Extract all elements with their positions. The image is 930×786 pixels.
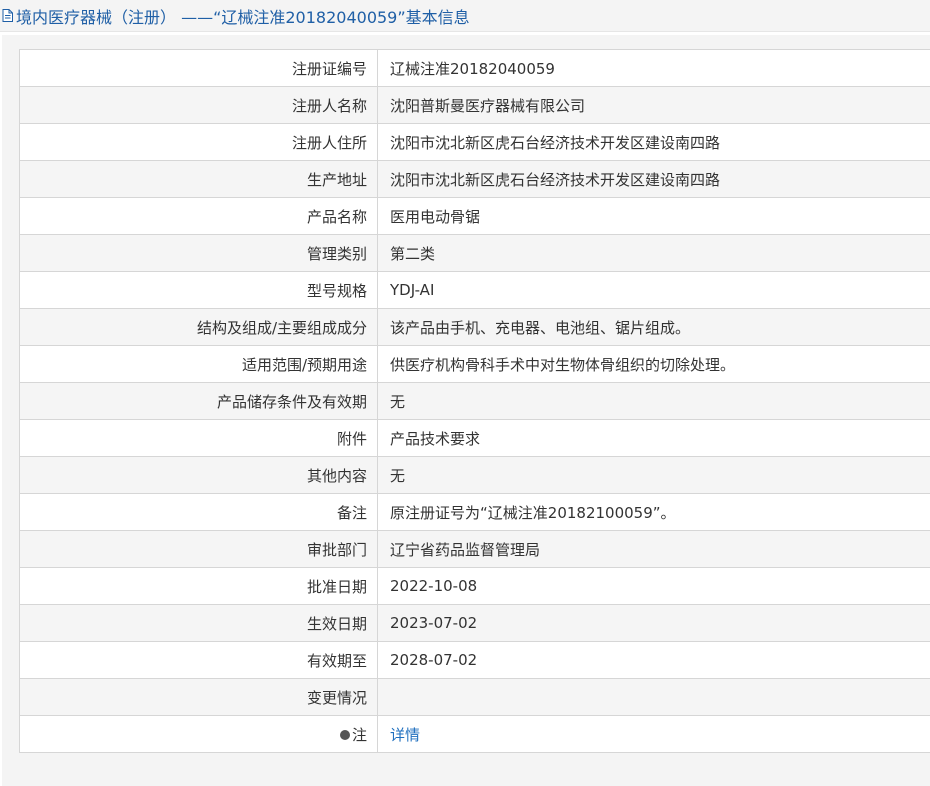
field-value: 辽械注准20182040059 bbox=[377, 49, 930, 87]
field-label: 产品储存条件及有效期 bbox=[19, 382, 378, 420]
table-row: 结构及组成/主要组成成分 该产品由手机、充电器、电池组、锯片组成。 bbox=[19, 308, 930, 346]
field-label: 注册人住所 bbox=[19, 123, 378, 161]
field-value: 该产品由手机、充电器、电池组、锯片组成。 bbox=[377, 308, 930, 346]
page-title: 境内医疗器械（注册） ——“辽械注准20182040059”基本信息 bbox=[16, 7, 470, 27]
table-row: 管理类别 第二类 bbox=[19, 234, 930, 272]
field-label: 产品名称 bbox=[19, 197, 378, 235]
document-icon bbox=[2, 9, 13, 22]
field-value: 2023-07-02 bbox=[377, 604, 930, 642]
field-label: 批准日期 bbox=[19, 567, 378, 605]
page-header: 境内医疗器械（注册） ——“辽械注准20182040059”基本信息 bbox=[0, 0, 930, 32]
field-value: YDJ-AⅠ bbox=[377, 271, 930, 309]
table-row: 注册人住所 沈阳市沈北新区虎石台经济技术开发区建设南四路 bbox=[19, 123, 930, 161]
field-value: 第二类 bbox=[377, 234, 930, 272]
field-value: 医用电动骨锯 bbox=[377, 197, 930, 235]
field-label: 生产地址 bbox=[19, 160, 378, 198]
table-row: 其他内容无 bbox=[19, 456, 930, 494]
note-label: 注 bbox=[351, 725, 367, 744]
field-value: 产品技术要求 bbox=[377, 419, 930, 457]
field-value bbox=[377, 678, 930, 716]
table-row: 附件 产品技术要求 bbox=[19, 419, 930, 457]
field-value: 无 bbox=[377, 382, 930, 420]
table-row: 注册证编号 辽械注准20182040059 bbox=[19, 49, 930, 87]
field-value: 无 bbox=[377, 456, 930, 494]
table-row-note: 注 详情 bbox=[19, 715, 930, 753]
lightbulb-icon bbox=[339, 729, 350, 740]
field-label: 附件 bbox=[19, 419, 378, 457]
info-table: 注册证编号 辽械注准20182040059 注册人名称 沈阳普斯曼医疗器械有限公司 注册… bbox=[19, 49, 930, 753]
field-value: 沈阳市沈北新区虎石台经济技术开发区建设南四路 bbox=[377, 123, 930, 161]
details-link[interactable]: 详情 bbox=[390, 726, 420, 744]
field-value: 沈阳普斯曼医疗器械有限公司 bbox=[377, 86, 930, 124]
field-label: 有效期至 bbox=[19, 641, 378, 679]
table-row: 批准日期 2022-10-08 bbox=[19, 567, 930, 605]
table-row: 备注 原注册证号为“辽械注准20182100059”。 bbox=[19, 493, 930, 531]
field-label: 注册证编号 bbox=[19, 49, 378, 87]
field-label: 注册人名称 bbox=[19, 86, 378, 124]
table-row: 生效日期 2023-07-02 bbox=[19, 604, 930, 642]
table-row: 产品名称 医用电动骨锯 bbox=[19, 197, 930, 235]
field-value: 2028-07-02 bbox=[377, 641, 930, 679]
field-value: 辽宁省药品监督管理局 bbox=[377, 530, 930, 568]
note-value-cell: 详情 bbox=[377, 715, 930, 753]
field-label: 其他内容 bbox=[19, 456, 378, 494]
table-row: 产品储存条件及有效期无 bbox=[19, 382, 930, 420]
table-row: 注册人名称 沈阳普斯曼医疗器械有限公司 bbox=[19, 86, 930, 124]
field-label: 备注 bbox=[19, 493, 378, 531]
table-row: 变更情况 bbox=[19, 678, 930, 716]
table-row: 型号规格 YDJ-AⅠ bbox=[19, 271, 930, 309]
field-label: 管理类别 bbox=[19, 234, 378, 272]
field-label: 型号规格 bbox=[19, 271, 378, 309]
note-label-cell: 注 bbox=[19, 715, 378, 753]
table-row: 适用范围/预期用途 供医疗机构骨科手术中对生物体骨组织的切除处理。 bbox=[19, 345, 930, 383]
table-row: 生产地址 沈阳市沈北新区虎石台经济技术开发区建设南四路 bbox=[19, 160, 930, 198]
field-label: 变更情况 bbox=[19, 678, 378, 716]
field-value: 2022-10-08 bbox=[377, 567, 930, 605]
table-row: 审批部门 辽宁省药品监督管理局 bbox=[19, 530, 930, 568]
field-label: 生效日期 bbox=[19, 604, 378, 642]
table-row: 有效期至 2028-07-02 bbox=[19, 641, 930, 679]
field-value: 原注册证号为“辽械注准20182100059”。 bbox=[377, 493, 930, 531]
field-value: 供医疗机构骨科手术中对生物体骨组织的切除处理。 bbox=[377, 345, 930, 383]
field-label: 审批部门 bbox=[19, 530, 378, 568]
field-label: 结构及组成/主要组成成分 bbox=[19, 308, 378, 346]
field-label: 适用范围/预期用途 bbox=[19, 345, 378, 383]
field-value: 沈阳市沈北新区虎石台经济技术开发区建设南四路 bbox=[377, 160, 930, 198]
